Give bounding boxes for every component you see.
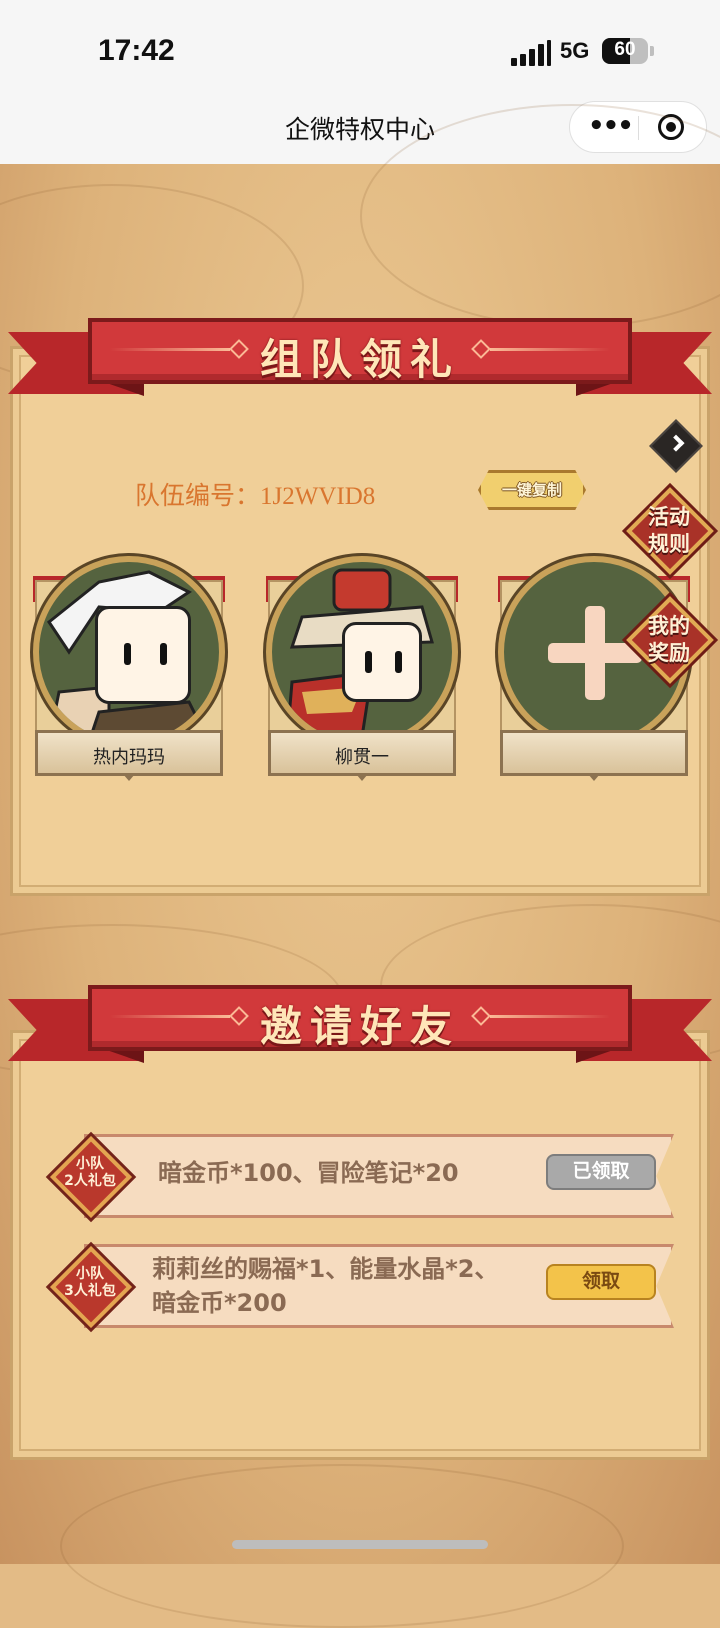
reward-description: 莉莉丝的赐福*1、能量水晶*2、 暗金币*200 <box>152 1255 499 1317</box>
team-member-1[interactable]: 热内玛玛 <box>33 556 235 783</box>
member-name: 热内玛玛 <box>93 747 165 768</box>
reward-description: 暗金币*100、冒险笔记*20 <box>158 1159 459 1187</box>
reward-row-3-person: 小队 3人礼包 莉莉丝的赐福*1、能量水晶*2、 暗金币*200 领取 <box>40 1238 680 1329</box>
rules-label: 活动 规则 <box>648 505 690 556</box>
reward-row-2-person: 小队 2人礼包 暗金币*100、冒险笔记*20 已领取 <box>40 1128 680 1219</box>
invite-title-ribbon: 邀请好友 <box>8 985 712 1063</box>
claim-button[interactable]: 领取 <box>546 1264 656 1300</box>
status-bar: 17:42 5G 60 <box>0 0 720 90</box>
copy-button-label: 一键复制 <box>501 481 562 499</box>
team-id-value: 1J2WVID8 <box>260 483 376 510</box>
member-name: 柳贯一 <box>335 747 389 768</box>
status-time: 17:42 <box>98 34 175 67</box>
battery-level: 60 <box>614 39 636 60</box>
team-id: 队伍编号：1J2WVID8 <box>135 476 375 512</box>
copy-team-id-button[interactable]: 一键复制 <box>478 470 586 510</box>
reward-badge: 小队 2人礼包 <box>48 1134 133 1219</box>
my-rewards-button[interactable]: 我的 奖励 <box>624 594 714 684</box>
chevron-right-icon <box>667 434 685 452</box>
home-indicator[interactable] <box>232 1540 488 1549</box>
battery-icon: 60 <box>602 38 648 64</box>
reward-badge: 小队 3人礼包 <box>48 1244 133 1329</box>
activity-rules-button[interactable]: 活动 规则 <box>624 485 714 575</box>
network-type: 5G <box>560 38 590 63</box>
member-avatar <box>33 556 225 748</box>
my-rewards-label: 我的 奖励 <box>648 614 690 665</box>
member-avatar <box>266 556 458 748</box>
signal-icon <box>511 40 551 66</box>
member-name-plate: 柳贯一 <box>268 730 456 776</box>
team-id-label: 队伍编号： <box>135 483 261 510</box>
member-name-plate: 热内玛玛 <box>35 730 223 776</box>
team-title-ribbon: 组队领礼 <box>8 318 712 396</box>
member-name-plate <box>500 730 688 776</box>
team-member-2[interactable]: 柳贯一 <box>266 556 468 783</box>
battery-tip <box>650 46 654 56</box>
invite-section-title: 邀请好友 <box>259 1002 460 1051</box>
claimed-button[interactable]: 已领取 <box>546 1154 656 1190</box>
team-section-title: 组队领礼 <box>259 335 460 384</box>
